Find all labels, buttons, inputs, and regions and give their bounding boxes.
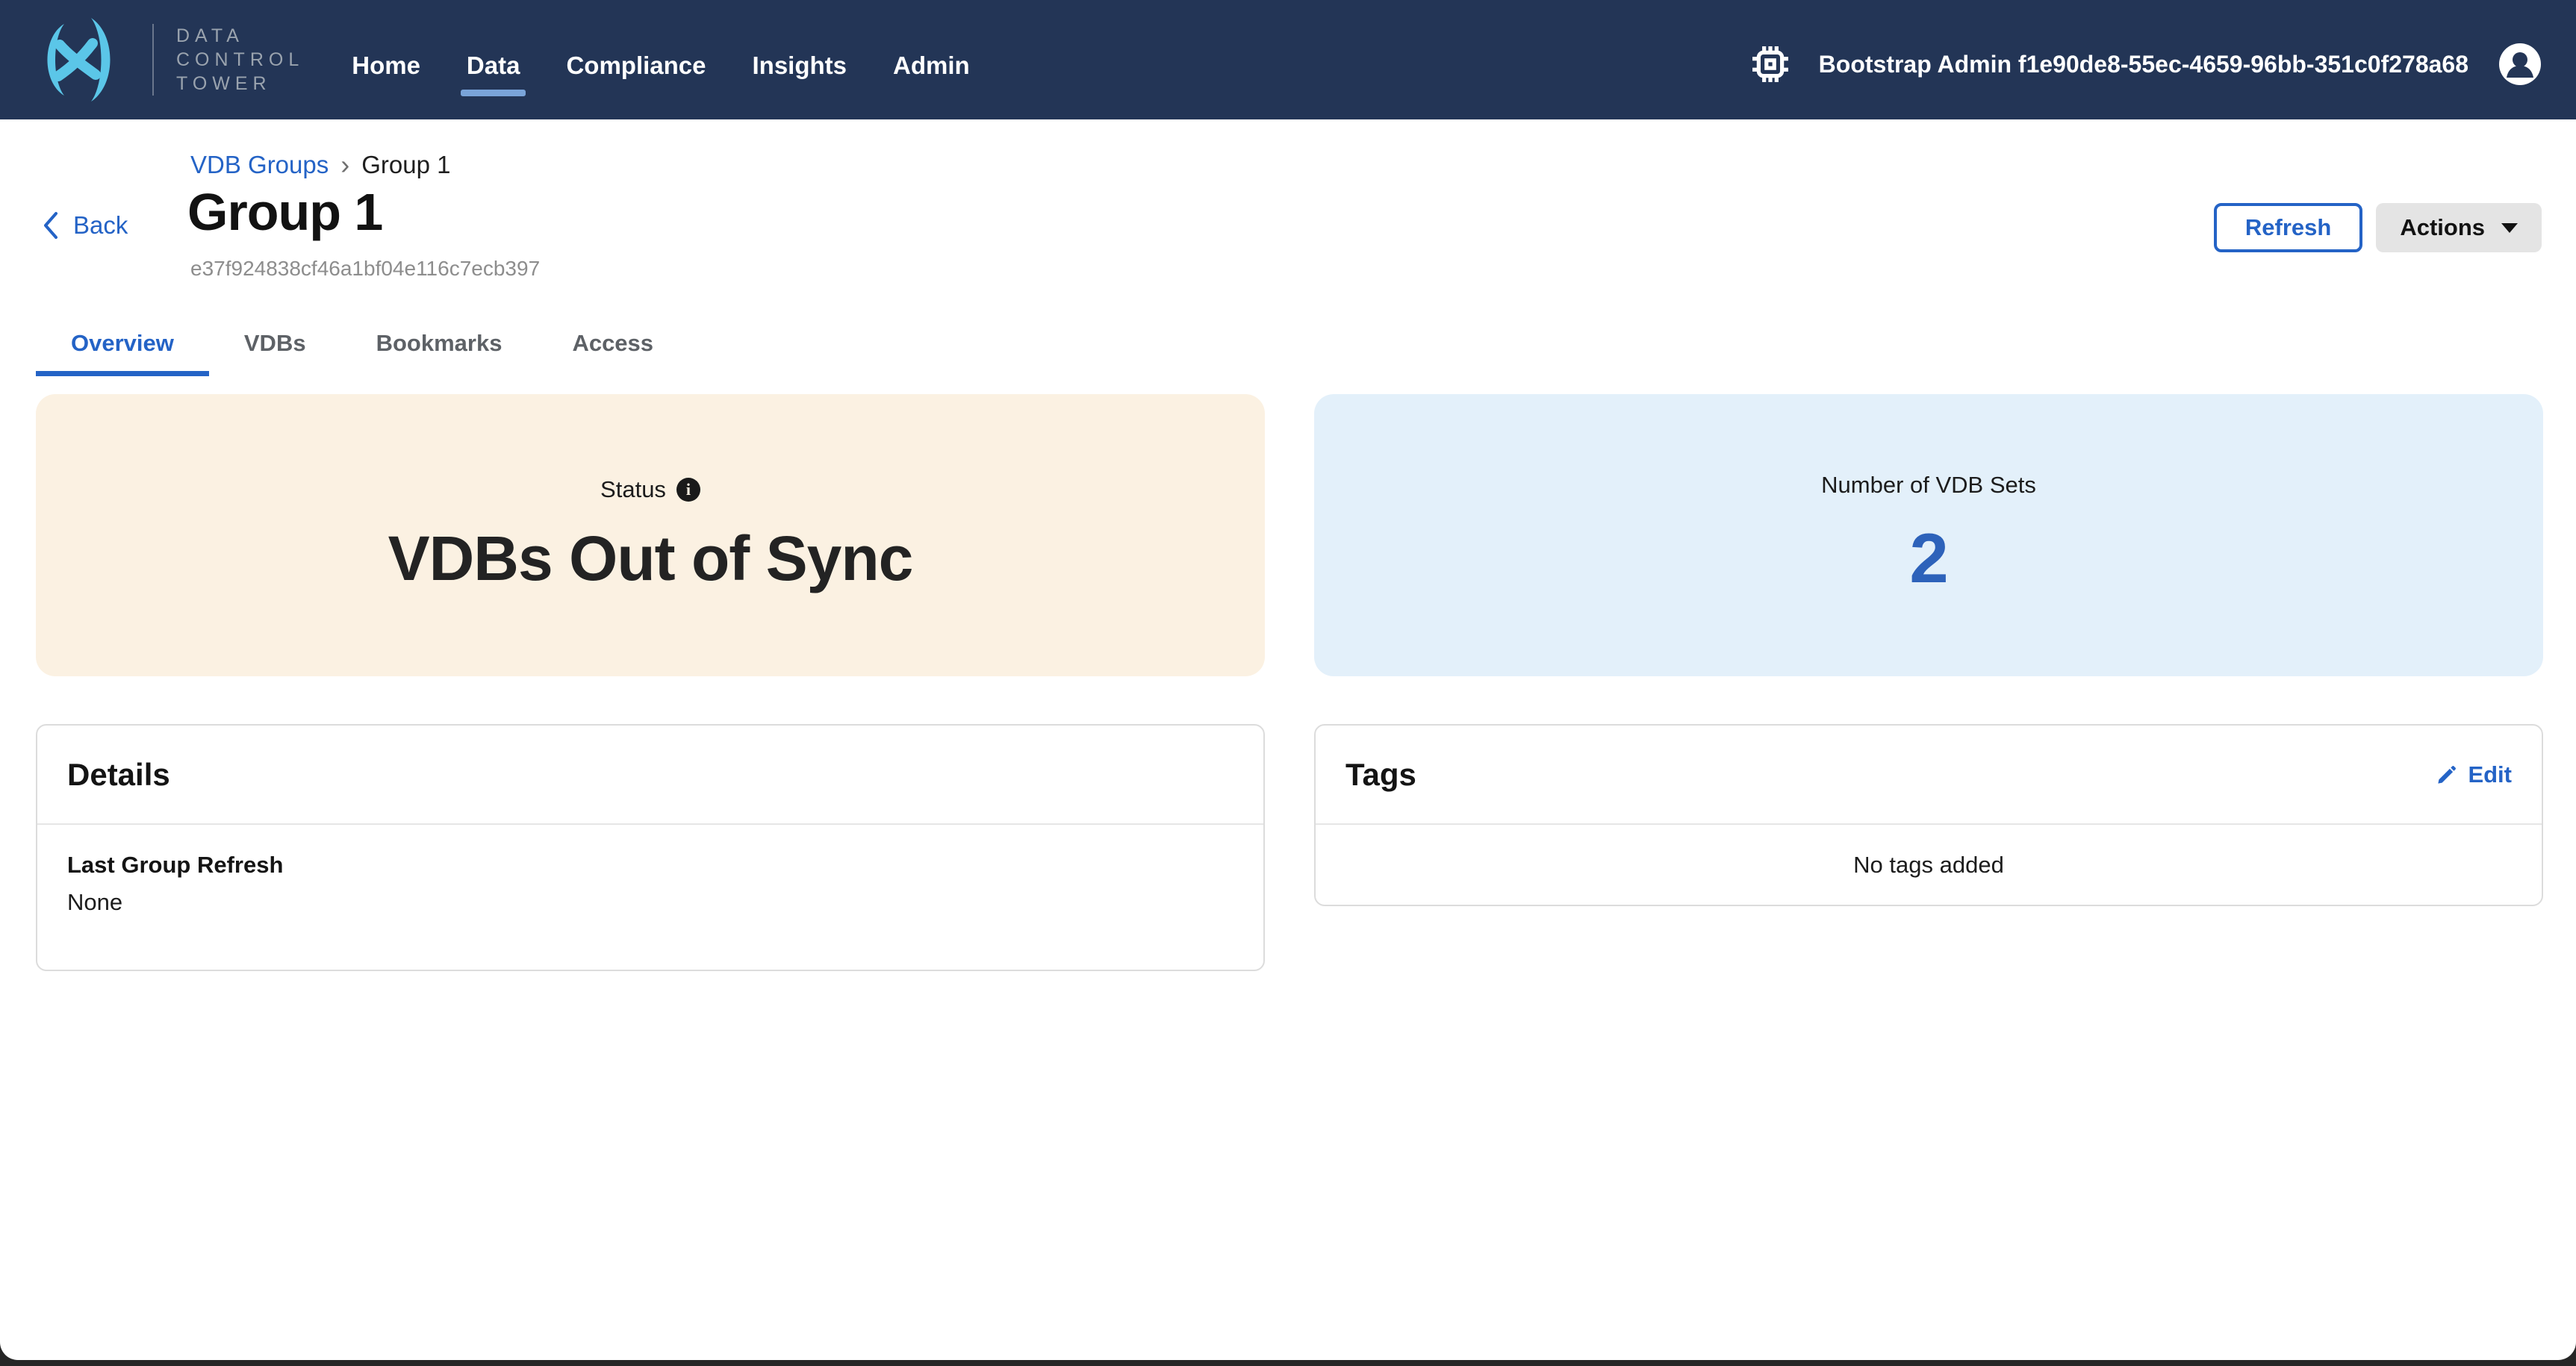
nav-item-home[interactable]: Home	[352, 52, 420, 80]
breadcrumb-current: Group 1	[361, 151, 450, 179]
top-navbar: DATA CONTROL TOWER Home Data Compliance …	[0, 0, 2576, 119]
details-card-body: Last Group Refresh None	[37, 825, 1263, 970]
details-card: Details Last Group Refresh None	[36, 724, 1265, 971]
tags-card-body: No tags added	[1316, 825, 2542, 905]
nav-item-admin[interactable]: Admin	[893, 52, 970, 80]
field-label-last-group-refresh: Last Group Refresh	[67, 852, 1233, 879]
status-label-row: Status i	[600, 476, 700, 503]
vdb-sets-summary-card: Number of VDB Sets 2	[1314, 394, 2543, 676]
back-label: Back	[73, 211, 128, 240]
brand-wordmark: DATA CONTROL TOWER	[176, 24, 304, 96]
user-label: Bootstrap Admin f1e90de8-55ec-4659-96bb-…	[1819, 51, 2468, 78]
nav-item-data[interactable]: Data	[467, 52, 520, 80]
details-title: Details	[67, 757, 170, 793]
pencil-icon	[2436, 764, 2457, 785]
brand-line: DATA	[176, 24, 304, 48]
tab-bar: Overview VDBs Bookmarks Access	[36, 330, 2576, 376]
chip-icon[interactable]	[1752, 46, 1789, 83]
info-icon[interactable]: i	[676, 478, 700, 502]
actions-label: Actions	[2400, 214, 2485, 241]
tab-bookmarks[interactable]: Bookmarks	[341, 330, 538, 376]
status-summary-card: Status i VDBs Out of Sync	[36, 394, 1265, 676]
back-button[interactable]: Back	[42, 210, 128, 240]
tab-access[interactable]: Access	[537, 330, 688, 376]
page-header: Back VDB Groups › Group 1 Group 1 e37f92…	[0, 119, 2576, 308]
brand-line: TOWER	[176, 72, 304, 96]
tags-title: Tags	[1345, 757, 1416, 793]
app-window: DATA CONTROL TOWER Home Data Compliance …	[0, 0, 2576, 1360]
tab-overview[interactable]: Overview	[36, 330, 209, 376]
entity-id: e37f924838cf46a1bf04e116c7ecb397	[190, 257, 540, 281]
page-title: Group 1	[187, 182, 382, 242]
data-control-tower-logo-icon	[25, 15, 130, 105]
vdb-sets-label-row: Number of VDB Sets	[1821, 472, 2036, 499]
summary-cards-row: Status i VDBs Out of Sync Number of VDB …	[36, 394, 2543, 676]
main-nav: Home Data Compliance Insights Admin	[352, 52, 969, 80]
header-buttons: Refresh Actions	[2214, 203, 2542, 252]
status-label: Status	[600, 476, 666, 503]
edit-tags-button[interactable]: Edit	[2436, 761, 2512, 788]
tags-empty-text: No tags added	[1853, 852, 2004, 879]
edit-label: Edit	[2468, 761, 2512, 788]
breadcrumb-separator-icon: ›	[340, 152, 349, 178]
tags-card: Tags Edit No tags added	[1314, 724, 2543, 906]
vdb-sets-count: 2	[1909, 518, 1947, 599]
nav-item-compliance[interactable]: Compliance	[566, 52, 706, 80]
chevron-left-icon	[42, 210, 60, 240]
brand: DATA CONTROL TOWER	[25, 15, 304, 105]
field-value-last-group-refresh: None	[67, 889, 1233, 916]
navbar-right: Bootstrap Admin f1e90de8-55ec-4659-96bb-…	[1752, 43, 2542, 86]
vdb-sets-label: Number of VDB Sets	[1821, 472, 2036, 499]
details-card-header: Details	[37, 726, 1263, 825]
actions-button[interactable]: Actions	[2376, 203, 2542, 252]
breadcrumb: VDB Groups › Group 1	[190, 151, 451, 179]
nav-item-insights[interactable]: Insights	[753, 52, 847, 80]
avatar-icon[interactable]	[2498, 43, 2542, 86]
tags-card-header: Tags Edit	[1316, 726, 2542, 825]
detail-cards-row: Details Last Group Refresh None Tags Edi	[36, 724, 2543, 971]
chevron-down-icon	[2501, 223, 2518, 233]
brand-line: CONTROL	[176, 48, 304, 72]
brand-divider	[152, 24, 154, 96]
refresh-button[interactable]: Refresh	[2214, 203, 2362, 252]
breadcrumb-vdb-groups-link[interactable]: VDB Groups	[190, 151, 329, 179]
status-value: VDBs Out of Sync	[388, 523, 913, 595]
tab-vdbs[interactable]: VDBs	[209, 330, 341, 376]
